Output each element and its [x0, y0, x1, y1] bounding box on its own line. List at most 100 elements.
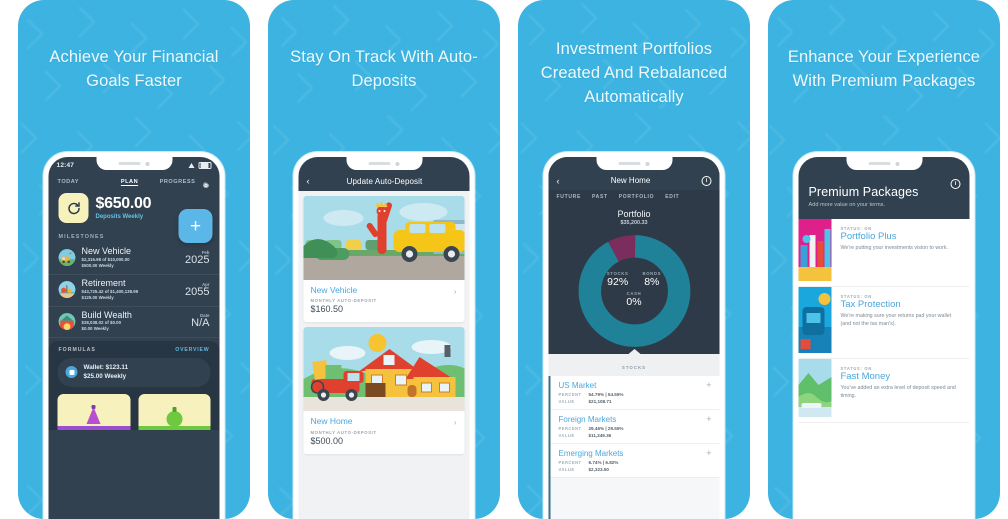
balance-sub: Deposits Weekly — [95, 214, 144, 221]
deposit-card[interactable]: › New Home MONTHLY AUTO-DEPOSIT $500.00 — [303, 327, 465, 454]
chevron-right-icon[interactable]: › — [454, 287, 457, 296]
formulas-section: FORMULAS OVERVIEW Wallet: $123.11 $25.00… — [48, 341, 220, 430]
panel-headline: Investment Portfolios Created And Rebala… — [540, 40, 728, 106]
value-key: VALUE — [558, 399, 575, 404]
wallet-text: Wallet: $123.11 $25.00 Weekly — [84, 363, 129, 381]
phone-notch — [96, 157, 172, 170]
tab-past[interactable]: PAST — [592, 194, 608, 200]
milestone-row[interactable]: New Vehicle $2,316.98 of $10,000.00 $500… — [48, 243, 220, 275]
percent-value: 6.74% | 6.82% — [588, 460, 619, 465]
package-body: STATUS: ON Fast Money You've added an ex… — [832, 359, 970, 422]
portfolio-title: Portfolio — [617, 209, 651, 219]
tab-progress[interactable]: PROGRESS — [154, 179, 202, 185]
phone-mockup-4: i Premium Packages Add more value on you… — [793, 152, 975, 519]
market-row[interactable]: + US Market PERCENT 54.79% | 54.55% VALU… — [550, 376, 720, 410]
allocation-bonds: BONDS 8% — [642, 271, 661, 288]
panel-headline: Stay On Track With Auto-Deposits — [290, 48, 478, 90]
plan-tabs[interactable]: TODAY PLAN PROGRESS — [49, 173, 220, 191]
tab-plan[interactable]: PLAN — [106, 179, 154, 185]
package-name: Tax Protection — [840, 299, 901, 310]
package-name: Fast Money — [840, 371, 891, 382]
packages-header: i Premium Packages Add more value on you… — [798, 171, 970, 219]
phone-screen-3: ‹ New Home i FUTURE PAST PORTFOLIO EDIT … — [548, 157, 720, 519]
package-thumbnail — [798, 219, 832, 286]
gear-icon[interactable] — [202, 177, 211, 189]
tab-future[interactable]: FUTURE — [557, 194, 581, 200]
wallet-row[interactable]: Wallet: $123.11 $25.00 Weekly — [57, 358, 211, 387]
refresh-icon[interactable] — [58, 193, 89, 223]
stocks-tab-header[interactable]: STOCKS — [548, 349, 720, 376]
allocation-value: 92% — [607, 276, 629, 289]
chevron-right-icon[interactable]: › — [454, 418, 457, 427]
milestone-date: Apr 2055 — [185, 282, 209, 298]
market-percent: PERCENT 54.79% | 54.55% — [559, 392, 712, 397]
wallet-icon — [65, 366, 78, 379]
deposit-card[interactable]: › New Vehicle MONTHLY AUTO-DEPOSIT $160.… — [303, 196, 465, 323]
allocation-value: 8% — [644, 276, 660, 289]
speaker-grill — [118, 162, 141, 165]
speaker-grill — [868, 162, 891, 165]
market-name: US Market — [558, 381, 597, 390]
portfolio-tabs[interactable]: FUTURE PAST PORTFOLIO EDIT — [548, 190, 720, 203]
formula-card[interactable] — [57, 393, 130, 430]
milestone-row[interactable]: Retirement $43,725.42 of $1,400,138.99 $… — [48, 275, 220, 307]
package-name: Portfolio Plus — [840, 231, 897, 242]
add-goal-button[interactable]: + — [178, 209, 213, 243]
info-icon[interactable]: i — [701, 175, 712, 186]
nav-title: Update Auto-Deposit — [346, 176, 423, 186]
market-percent: PERCENT 6.74% | 6.82% — [559, 460, 712, 465]
package-description: We're putting your investments vision to… — [840, 244, 948, 251]
nav-title: New Home — [610, 176, 651, 185]
milestone-contribution: $500.00 Weekly — [81, 262, 114, 268]
deposit-value: $160.50 — [310, 304, 344, 315]
promo-panel-3: Investment Portfolios Created And Rebala… — [518, 0, 750, 519]
milestone-name: Build Wealth — [81, 309, 132, 320]
phone-notch — [346, 157, 422, 170]
battery-icon — [198, 161, 212, 170]
allocation-donut-chart: STOCKS 92% BONDS 8% CASH 0% — [549, 228, 720, 350]
milestone-contribution: $0.00 Weekly — [81, 326, 109, 332]
info-icon[interactable]: i — [950, 179, 961, 189]
front-camera — [895, 161, 900, 166]
market-row[interactable]: + Foreign Markets PERCENT 29.46% | 29.55… — [550, 410, 720, 444]
package-row[interactable]: STATUS: ON Tax Protection We're making s… — [798, 287, 970, 359]
market-name: Emerging Markets — [558, 449, 624, 458]
front-camera — [645, 161, 650, 166]
milestone-row[interactable]: Build Wealth $28,038.02 of $0.00 $0.00 W… — [48, 307, 220, 339]
allocation-row: STOCKS 92% BONDS 8% — [549, 271, 720, 288]
expand-icon[interactable]: + — [706, 415, 711, 424]
status-indicators — [188, 161, 212, 170]
market-name: Foreign Markets — [558, 415, 617, 424]
package-row[interactable]: STATUS: ON Portfolio Plus We're putting … — [798, 219, 970, 287]
deposit-illustration-vehicle — [303, 196, 465, 280]
tab-edit[interactable]: EDIT — [665, 194, 679, 200]
wallet-frequency: $25.00 Weekly — [83, 373, 127, 381]
formulas-label: FORMULAS — [58, 347, 96, 354]
milestone-text: New Vehicle $2,316.98 of $10,000.00 $500… — [81, 246, 180, 269]
milestone-icon — [58, 281, 76, 299]
front-camera — [145, 161, 150, 166]
tab-portfolio[interactable]: PORTFOLIO — [619, 194, 654, 200]
deposit-body: › New Home MONTHLY AUTO-DEPOSIT $500.00 — [304, 411, 465, 453]
package-row[interactable]: STATUS: ON Fast Money You've added an ex… — [798, 359, 970, 423]
phone-screen-2: ‹ Update Auto-Deposit › New Vehicle MONT… — [298, 157, 470, 519]
caret-up-icon — [628, 349, 640, 354]
expand-icon[interactable]: + — [706, 449, 711, 458]
package-description: You've added an extra level of deposit s… — [840, 384, 956, 399]
markets-list: + US Market PERCENT 54.79% | 54.55% VALU… — [548, 376, 720, 519]
phone-screen-4: i Premium Packages Add more value on you… — [798, 157, 970, 519]
milestone-contribution: $125.00 Weekly — [81, 294, 114, 300]
formula-card[interactable] — [138, 393, 211, 430]
milestone-name: New Vehicle — [81, 246, 132, 256]
market-row[interactable]: + Emerging Markets PERCENT 6.74% | 6.82%… — [550, 444, 720, 478]
balance-amount: $650.00 — [95, 194, 152, 212]
formulas-overview-link[interactable]: OVERVIEW — [175, 347, 209, 353]
expand-icon[interactable]: + — [706, 381, 711, 390]
phone-notch — [846, 157, 922, 170]
percent-key: PERCENT — [558, 392, 582, 397]
deposit-value: $500.00 — [310, 435, 344, 446]
value-amount: $2,323.50 — [588, 467, 609, 472]
wifi-icon — [188, 163, 196, 168]
tab-today[interactable]: TODAY — [58, 179, 106, 185]
formula-cards — [49, 387, 220, 430]
